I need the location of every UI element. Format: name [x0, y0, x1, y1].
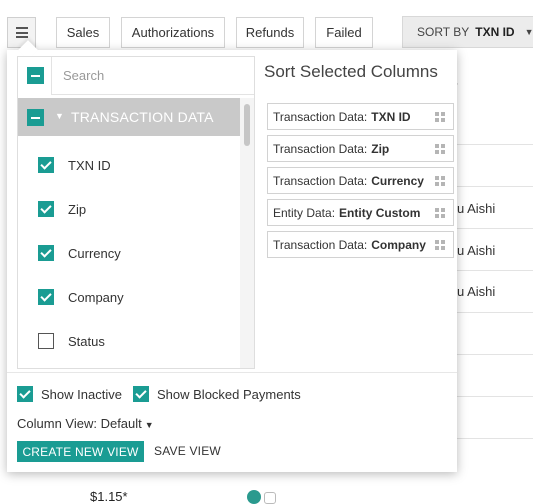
- column-search-input[interactable]: [51, 57, 254, 95]
- table-row-divider: [457, 228, 533, 229]
- drag-handle-icon[interactable]: [435, 176, 446, 186]
- column-view-dropdown[interactable]: Column View: Default ▼: [17, 416, 154, 431]
- table-cell-amount: $1.15*: [90, 489, 128, 504]
- card-icon: [264, 492, 276, 504]
- sort-item[interactable]: Transaction Data: Currency: [267, 167, 454, 194]
- table-cell: u Aishi: [457, 243, 496, 258]
- column-item-label: TXN ID: [68, 157, 111, 173]
- sort-item-prefix: Transaction Data:: [273, 109, 368, 124]
- checkbox-checked[interactable]: [38, 201, 54, 217]
- sort-item[interactable]: Entity Data: Entity Custom: [267, 199, 454, 226]
- column-item-label: Company: [68, 289, 124, 305]
- show-inactive-option[interactable]: Show Inactive: [17, 386, 122, 402]
- caret-down-icon: ▼: [55, 111, 64, 121]
- sort-item-name: TXN ID: [371, 109, 411, 124]
- status-check-icon: [247, 490, 261, 504]
- column-list-scrollbar[interactable]: [240, 98, 254, 368]
- checkbox-checked[interactable]: [38, 289, 54, 305]
- column-group-label: TRANSACTION DATA: [71, 109, 214, 125]
- checkbox-unchecked[interactable]: [38, 333, 54, 349]
- table-row-divider: [457, 438, 533, 439]
- sort-item-prefix: Transaction Data:: [273, 237, 368, 252]
- column-item-label: Currency: [68, 245, 121, 261]
- table-row-divider: [457, 354, 533, 355]
- filter-failed-button[interactable]: Failed: [315, 17, 373, 48]
- sort-by-button[interactable]: SORT BY TXN ID ▼: [402, 16, 533, 48]
- sort-item-name: Entity Custom: [339, 205, 421, 220]
- filter-sales-button[interactable]: Sales: [56, 17, 110, 48]
- table-cell: u Aishi: [457, 201, 496, 216]
- show-blocked-payments-option[interactable]: Show Blocked Payments: [133, 386, 301, 402]
- sort-item-name: Currency: [371, 173, 424, 188]
- group-minus-icon[interactable]: [27, 109, 44, 126]
- show-inactive-label: Show Inactive: [41, 386, 122, 402]
- checkbox-checked[interactable]: [38, 157, 54, 173]
- drag-handle-icon[interactable]: [435, 240, 446, 250]
- column-search-row: [18, 57, 254, 95]
- column-item-label: Zip: [68, 201, 87, 217]
- sort-item-prefix: Entity Data:: [273, 205, 336, 220]
- drag-handle-icon[interactable]: [435, 112, 446, 122]
- sort-item-prefix: Transaction Data:: [273, 173, 368, 188]
- column-item-txn-id[interactable]: TXN ID: [38, 153, 111, 177]
- checkbox-checked[interactable]: [38, 245, 54, 261]
- show-blocked-payments-label: Show Blocked Payments: [157, 386, 301, 402]
- table-row-divider: [457, 312, 533, 313]
- caret-down-icon: ▼: [144, 420, 154, 430]
- scrollbar-thumb[interactable]: [244, 104, 250, 146]
- column-view-label: Column View: Default: [17, 416, 142, 431]
- checkbox-checked[interactable]: [17, 386, 33, 402]
- sort-by-value: TXN ID: [475, 25, 515, 39]
- filter-refunds-button[interactable]: Refunds: [236, 17, 304, 48]
- column-item-label: Status: [68, 333, 105, 349]
- save-view-button[interactable]: SAVE VIEW: [154, 444, 221, 458]
- sort-by-label: SORT BY: [417, 25, 470, 39]
- column-item-zip[interactable]: Zip: [38, 197, 86, 221]
- select-all-minus-icon[interactable]: [27, 67, 44, 84]
- column-group-header[interactable]: ▼ TRANSACTION DATA: [18, 98, 240, 136]
- table-row-divider: [457, 396, 533, 397]
- panel-divider: [7, 372, 457, 373]
- table-row-divider: [457, 270, 533, 271]
- create-new-view-button[interactable]: CREATE NEW VIEW: [17, 441, 144, 462]
- drag-handle-icon[interactable]: [435, 144, 446, 154]
- table-cell: u Aishi: [457, 284, 496, 299]
- filter-authorizations-button[interactable]: Authorizations: [121, 17, 225, 48]
- sort-item[interactable]: Transaction Data: TXN ID: [267, 103, 454, 130]
- table-row-divider: [457, 144, 533, 145]
- column-picker: ▼ TRANSACTION DATA TXN ID Zip Currency C…: [17, 56, 255, 369]
- table-row-divider: [457, 186, 533, 187]
- sort-item-prefix: Transaction Data:: [273, 141, 368, 156]
- sort-item[interactable]: Transaction Data: Zip: [267, 135, 454, 162]
- column-item-status[interactable]: Status: [38, 329, 105, 353]
- list-icon: [15, 27, 28, 38]
- column-item-company[interactable]: Company: [38, 285, 124, 309]
- column-item-currency[interactable]: Currency: [38, 241, 121, 265]
- sort-panel-title: Sort Selected Columns: [264, 62, 438, 81]
- sort-item-name: Zip: [371, 141, 390, 156]
- sort-item-name: Company: [371, 237, 426, 252]
- caret-down-icon: ▼: [524, 27, 533, 37]
- checkbox-checked[interactable]: [133, 386, 149, 402]
- column-settings-panel: ▼ TRANSACTION DATA TXN ID Zip Currency C…: [7, 40, 457, 472]
- sort-item[interactable]: Transaction Data: Company: [267, 231, 454, 258]
- drag-handle-icon[interactable]: [435, 208, 446, 218]
